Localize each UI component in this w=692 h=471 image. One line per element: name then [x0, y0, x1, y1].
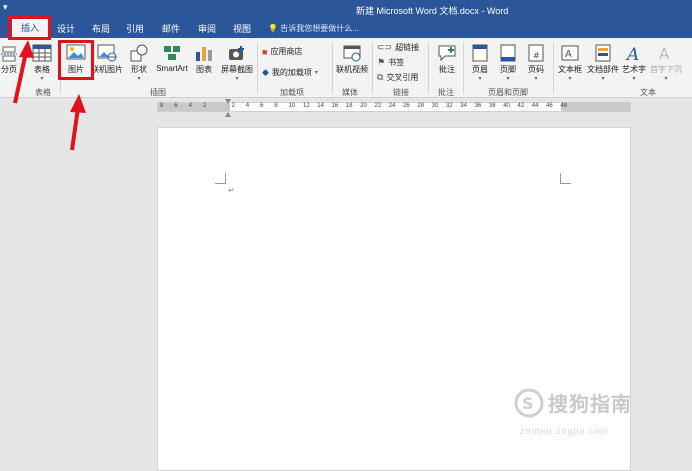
watermark-text: 搜狗指南	[548, 394, 632, 416]
svg-text:S: S	[522, 394, 534, 413]
watermark-domain: zhinan.sogou.com	[520, 426, 610, 436]
arrow-to-picture-button	[70, 94, 86, 151]
watermark-logo-icon: S	[514, 388, 544, 418]
arrow-to-insert-tab	[13, 40, 34, 104]
